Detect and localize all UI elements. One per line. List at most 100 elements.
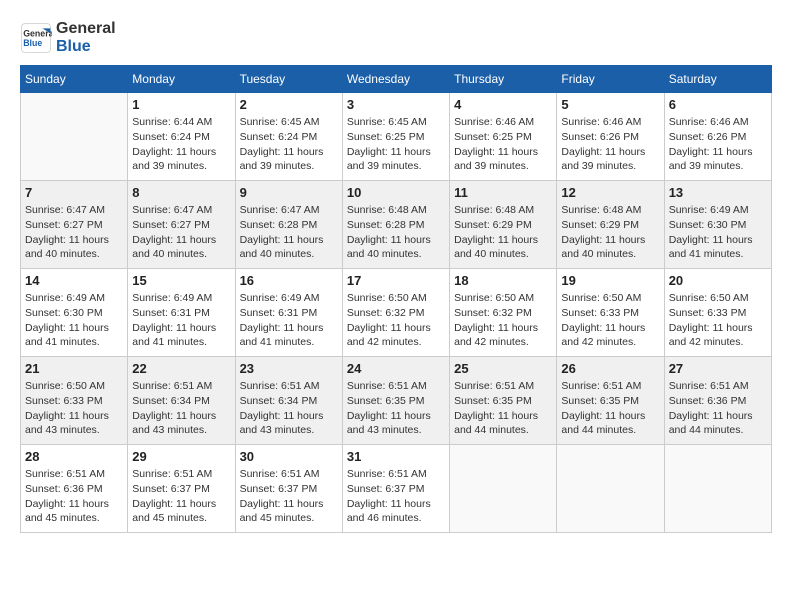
day-header-saturday: Saturday [664, 66, 771, 93]
day-info: Sunrise: 6:49 AMSunset: 6:30 PMDaylight:… [669, 203, 767, 262]
calendar-cell: 23Sunrise: 6:51 AMSunset: 6:34 PMDayligh… [235, 357, 342, 445]
day-info: Sunrise: 6:45 AMSunset: 6:24 PMDaylight:… [240, 115, 338, 174]
logo-general: General [56, 20, 116, 37]
day-number: 2 [240, 97, 338, 112]
calendar-cell: 14 Sunrise: 6:49 AMSunset: 6:30 PMDayligh… [21, 269, 128, 357]
day-info: Sunrise: 6:50 AMSunset: 6:33 PMDaylight:… [561, 291, 659, 350]
day-info: Sunrise: 6:50 AMSunset: 6:32 PMDaylight:… [454, 291, 552, 350]
day-info: Sunrise: 6:51 AMSunset: 6:36 PMDaylight:… [25, 467, 123, 526]
calendar-week-5: 28Sunrise: 6:51 AMSunset: 6:36 PMDayligh… [21, 445, 772, 533]
calendar-cell: 10Sunrise: 6:48 AMSunset: 6:28 PMDayligh… [342, 181, 449, 269]
day-info: Sunrise: 6:47 AMSunset: 6:27 PMDaylight:… [132, 203, 230, 262]
calendar-cell [557, 445, 664, 533]
day-info: Sunrise: 6:46 AMSunset: 6:26 PMDaylight:… [561, 115, 659, 174]
calendar-table: SundayMondayTuesdayWednesdayThursdayFrid… [20, 65, 772, 533]
day-number: 12 [561, 185, 659, 200]
svg-text:Blue: Blue [23, 38, 42, 48]
day-info: Sunrise: 6:46 AMSunset: 6:26 PMDaylight:… [669, 115, 767, 174]
day-info: Sunrise: 6:51 AMSunset: 6:35 PMDaylight:… [454, 379, 552, 438]
day-number: 24 [347, 361, 445, 376]
calendar-cell: 4 Sunrise: 6:46 AMSunset: 6:25 PMDaylight… [450, 93, 557, 181]
calendar-cell: 19 Sunrise: 6:50 AMSunset: 6:33 PMDayligh… [557, 269, 664, 357]
day-number: 3 [347, 97, 445, 112]
calendar-week-4: 21Sunrise: 6:50 AMSunset: 6:33 PMDayligh… [21, 357, 772, 445]
calendar-cell: 21Sunrise: 6:50 AMSunset: 6:33 PMDayligh… [21, 357, 128, 445]
day-info: Sunrise: 6:48 AMSunset: 6:28 PMDaylight:… [347, 203, 445, 262]
calendar-cell: 3 Sunrise: 6:45 AMSunset: 6:25 PMDaylight… [342, 93, 449, 181]
day-number: 30 [240, 449, 338, 464]
page-header: General Blue General Blue [20, 20, 772, 55]
day-number: 16 [240, 273, 338, 288]
day-info: Sunrise: 6:50 AMSunset: 6:33 PMDaylight:… [669, 291, 767, 350]
calendar-cell: 25Sunrise: 6:51 AMSunset: 6:35 PMDayligh… [450, 357, 557, 445]
calendar-cell: 5 Sunrise: 6:46 AMSunset: 6:26 PMDaylight… [557, 93, 664, 181]
day-number: 14 [25, 273, 123, 288]
calendar-cell: 15 Sunrise: 6:49 AMSunset: 6:31 PMDayligh… [128, 269, 235, 357]
day-header-wednesday: Wednesday [342, 66, 449, 93]
day-number: 5 [561, 97, 659, 112]
day-info: Sunrise: 6:51 AMSunset: 6:35 PMDaylight:… [561, 379, 659, 438]
day-header-sunday: Sunday [21, 66, 128, 93]
calendar-cell: 30 Sunrise: 6:51 AMSunset: 6:37 PMDayligh… [235, 445, 342, 533]
calendar-cell: 16 Sunrise: 6:49 AMSunset: 6:31 PMDayligh… [235, 269, 342, 357]
day-info: Sunrise: 6:45 AMSunset: 6:25 PMDaylight:… [347, 115, 445, 174]
calendar-cell: 26 Sunrise: 6:51 AMSunset: 6:35 PMDayligh… [557, 357, 664, 445]
day-number: 7 [25, 185, 123, 200]
day-number: 29 [132, 449, 230, 464]
calendar-cell: 9 Sunrise: 6:47 AMSunset: 6:28 PMDaylight… [235, 181, 342, 269]
calendar-week-1: 1 Sunrise: 6:44 AMSunset: 6:24 PMDaylight… [21, 93, 772, 181]
logo-blue: Blue [56, 38, 116, 56]
day-info: Sunrise: 6:49 AMSunset: 6:30 PMDaylight:… [25, 291, 123, 350]
calendar-cell: 20Sunrise: 6:50 AMSunset: 6:33 PMDayligh… [664, 269, 771, 357]
day-info: Sunrise: 6:49 AMSunset: 6:31 PMDaylight:… [240, 291, 338, 350]
calendar-cell: 2 Sunrise: 6:45 AMSunset: 6:24 PMDaylight… [235, 93, 342, 181]
day-info: Sunrise: 6:50 AMSunset: 6:32 PMDaylight:… [347, 291, 445, 350]
day-header-monday: Monday [128, 66, 235, 93]
day-number: 13 [669, 185, 767, 200]
day-number: 8 [132, 185, 230, 200]
day-info: Sunrise: 6:51 AMSunset: 6:37 PMDaylight:… [347, 467, 445, 526]
day-number: 31 [347, 449, 445, 464]
day-number: 11 [454, 185, 552, 200]
day-header-tuesday: Tuesday [235, 66, 342, 93]
day-number: 27 [669, 361, 767, 376]
calendar-cell: 17 Sunrise: 6:50 AMSunset: 6:32 PMDayligh… [342, 269, 449, 357]
calendar-cell: 24Sunrise: 6:51 AMSunset: 6:35 PMDayligh… [342, 357, 449, 445]
day-info: Sunrise: 6:49 AMSunset: 6:31 PMDaylight:… [132, 291, 230, 350]
day-number: 17 [347, 273, 445, 288]
calendar-cell: 6 Sunrise: 6:46 AMSunset: 6:26 PMDaylight… [664, 93, 771, 181]
day-header-thursday: Thursday [450, 66, 557, 93]
day-info: Sunrise: 6:46 AMSunset: 6:25 PMDaylight:… [454, 115, 552, 174]
day-number: 18 [454, 273, 552, 288]
calendar-cell: 27 Sunrise: 6:51 AMSunset: 6:36 PMDayligh… [664, 357, 771, 445]
day-info: Sunrise: 6:48 AMSunset: 6:29 PMDaylight:… [561, 203, 659, 262]
day-header-friday: Friday [557, 66, 664, 93]
day-number: 6 [669, 97, 767, 112]
day-number: 9 [240, 185, 338, 200]
calendar-header-row: SundayMondayTuesdayWednesdayThursdayFrid… [21, 66, 772, 93]
day-info: Sunrise: 6:44 AMSunset: 6:24 PMDaylight:… [132, 115, 230, 174]
calendar-cell: 11Sunrise: 6:48 AMSunset: 6:29 PMDayligh… [450, 181, 557, 269]
day-info: Sunrise: 6:47 AMSunset: 6:27 PMDaylight:… [25, 203, 123, 262]
day-number: 4 [454, 97, 552, 112]
calendar-cell [664, 445, 771, 533]
day-info: Sunrise: 6:51 AMSunset: 6:37 PMDaylight:… [240, 467, 338, 526]
day-number: 26 [561, 361, 659, 376]
day-number: 22 [132, 361, 230, 376]
logo: General Blue General Blue [20, 20, 116, 55]
calendar-cell: 22 Sunrise: 6:51 AMSunset: 6:34 PMDayligh… [128, 357, 235, 445]
day-info: Sunrise: 6:51 AMSunset: 6:37 PMDaylight:… [132, 467, 230, 526]
calendar-cell: 29 Sunrise: 6:51 AMSunset: 6:37 PMDayligh… [128, 445, 235, 533]
calendar-cell: 1 Sunrise: 6:44 AMSunset: 6:24 PMDaylight… [128, 93, 235, 181]
calendar-cell: 7 Sunrise: 6:47 AMSunset: 6:27 PMDaylight… [21, 181, 128, 269]
day-info: Sunrise: 6:51 AMSunset: 6:36 PMDaylight:… [669, 379, 767, 438]
day-number: 15 [132, 273, 230, 288]
day-info: Sunrise: 6:47 AMSunset: 6:28 PMDaylight:… [240, 203, 338, 262]
logo-icon: General Blue [20, 22, 52, 54]
day-number: 19 [561, 273, 659, 288]
calendar-cell [450, 445, 557, 533]
calendar-week-3: 14 Sunrise: 6:49 AMSunset: 6:30 PMDayligh… [21, 269, 772, 357]
day-number: 23 [240, 361, 338, 376]
day-number: 1 [132, 97, 230, 112]
day-info: Sunrise: 6:51 AMSunset: 6:34 PMDaylight:… [132, 379, 230, 438]
